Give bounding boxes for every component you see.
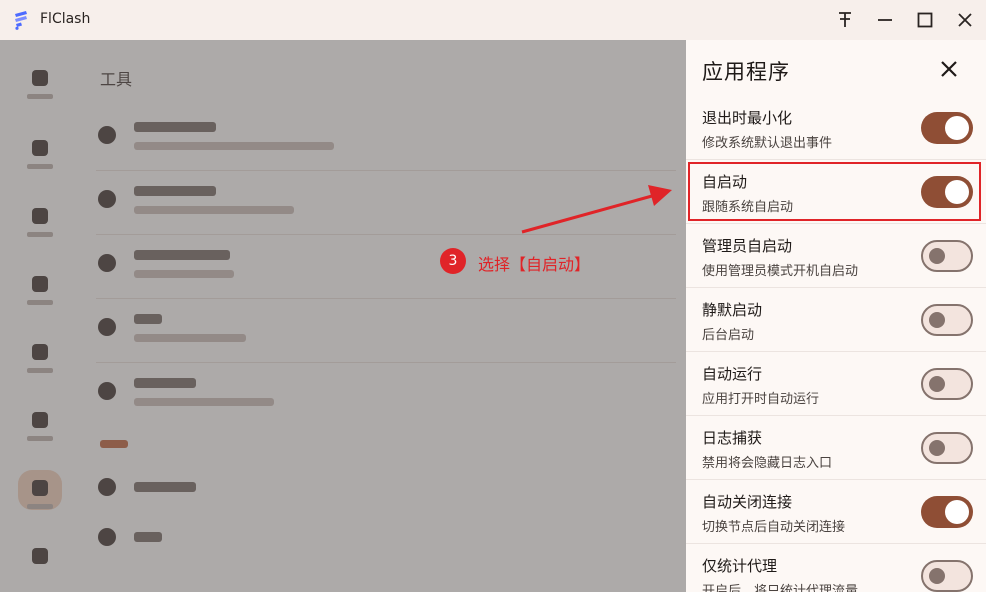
annotation-arrow-icon — [521, 185, 672, 234]
annotation-text: 选择【自启动】 — [478, 255, 591, 274]
annotation-step-badge: 3 — [440, 248, 466, 274]
